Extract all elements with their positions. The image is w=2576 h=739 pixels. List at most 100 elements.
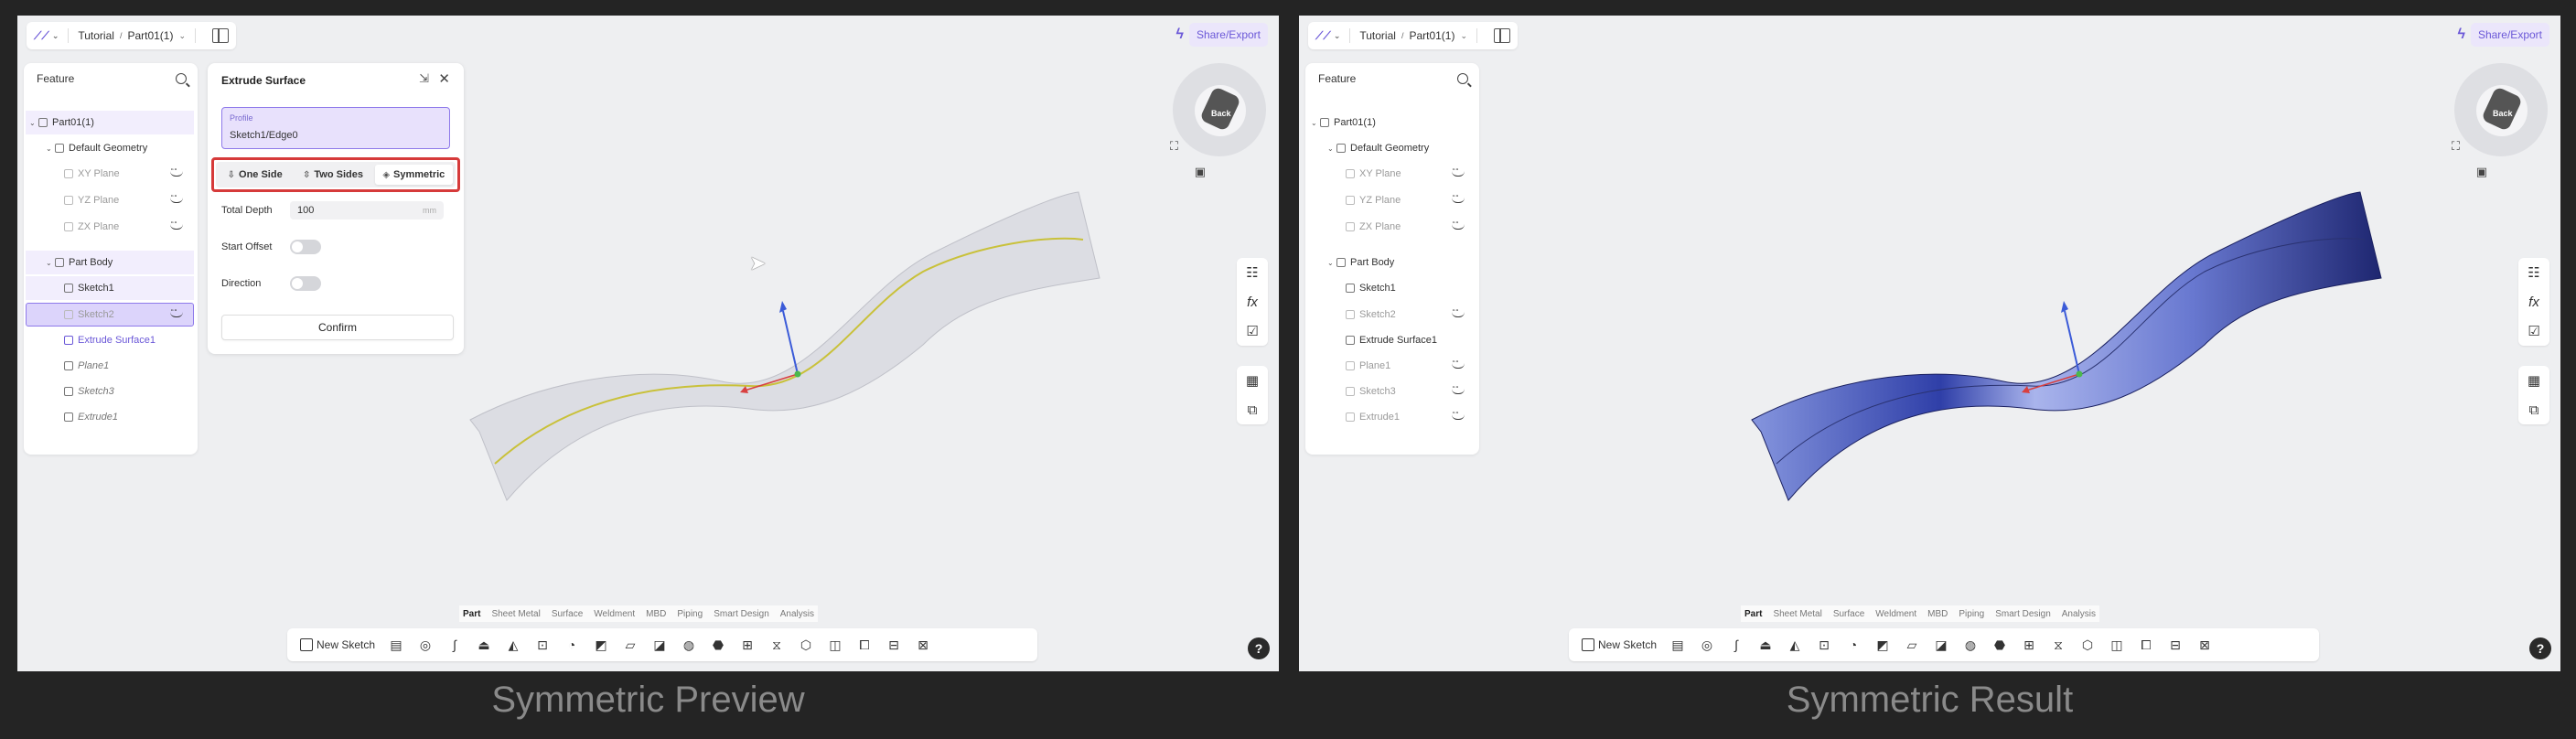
hidden-eye-icon[interactable]	[170, 167, 183, 177]
scale-icon[interactable]: ⊟	[886, 637, 902, 653]
tree-item-part[interactable]: ⌄ Part01(1)	[1311, 111, 1376, 134]
sweep-icon[interactable]: ∫	[1728, 637, 1744, 652]
pattern-icon[interactable]: ⊞	[739, 637, 756, 653]
tree-item-sketch3[interactable]: Sketch3	[64, 380, 114, 403]
tab-surface[interactable]: Surface	[552, 609, 583, 619]
hidden-eye-icon[interactable]	[1452, 167, 1465, 177]
draft-icon[interactable]: ◪	[651, 637, 668, 653]
fit-view-icon[interactable]: ⛶	[1170, 139, 1178, 154]
tree-item-part-body[interactable]: ⌄ Part Body	[46, 251, 113, 274]
hidden-eye-icon[interactable]	[1452, 411, 1465, 420]
tree-item-extrude1[interactable]: Extrude1	[64, 405, 118, 429]
tree-item-part-body[interactable]: ⌄ Part Body	[1327, 251, 1394, 274]
hidden-eye-icon[interactable]	[170, 194, 183, 203]
section-icon[interactable]: ⧉	[1248, 395, 1258, 424]
ai-assistant-icon[interactable]: ϟ	[1175, 27, 1183, 43]
chevron-down-icon[interactable]: ⌄	[178, 31, 186, 41]
fillet-icon[interactable]: ◔	[564, 637, 580, 652]
hole-icon[interactable]: ⊡	[534, 637, 551, 653]
display-mode-icon[interactable]: ▣	[1195, 165, 1206, 179]
tab-piping[interactable]: Piping	[677, 609, 703, 619]
direction-toggle[interactable]	[290, 276, 321, 291]
tree-item-sketch3[interactable]: Sketch3	[1346, 380, 1474, 403]
section-icon[interactable]: ⧉	[2529, 395, 2539, 424]
close-icon[interactable]: ✕	[438, 70, 450, 87]
tree-item-plane1[interactable]: Plane1	[1346, 354, 1474, 378]
confirm-button[interactable]: Confirm	[221, 315, 454, 340]
tab-surface[interactable]: Surface	[1833, 609, 1864, 619]
fillet-icon[interactable]: ◔	[1845, 637, 1862, 652]
tree-item-zx-plane[interactable]: ZX Plane	[64, 215, 192, 239]
tab-weldment[interactable]: Weldment	[1875, 609, 1916, 619]
scale-icon[interactable]: ⊟	[2167, 637, 2184, 653]
hidden-eye-icon[interactable]	[170, 220, 183, 230]
more-tools-icon[interactable]: ⊠	[2196, 637, 2213, 653]
chamfer-icon[interactable]: ◩	[1874, 637, 1891, 653]
variables-icon[interactable]: ☷	[2528, 258, 2539, 287]
pattern-icon[interactable]: ⊞	[2021, 637, 2037, 653]
tree-item-sketch2[interactable]: Sketch2	[64, 303, 192, 327]
tree-item-sketch1[interactable]: Sketch1	[1346, 276, 1396, 300]
revolve-icon[interactable]: ◎	[417, 637, 434, 653]
thicken-icon[interactable]: ◍	[1962, 637, 1979, 653]
panel-toggle-icon[interactable]	[1494, 28, 1511, 43]
tree-item-xy-plane[interactable]: XY Plane	[64, 162, 192, 186]
variables-icon[interactable]: ☷	[1246, 258, 1258, 287]
tab-analysis[interactable]: Analysis	[780, 609, 814, 619]
breadcrumb-part[interactable]: Part01(1)	[1409, 29, 1454, 42]
tree-item-yz-plane[interactable]: YZ Plane	[1346, 188, 1474, 212]
tab-piping[interactable]: Piping	[1959, 609, 1984, 619]
tab-part[interactable]: Part	[463, 609, 480, 619]
draft-icon[interactable]: ◪	[1933, 637, 1949, 653]
tree-item-zx-plane[interactable]: ZX Plane	[1346, 215, 1474, 239]
shell-icon[interactable]: ▱	[1904, 637, 1920, 653]
new-sketch-button[interactable]: New Sketch	[300, 638, 375, 651]
breadcrumb-part[interactable]: Part01(1)	[127, 29, 173, 42]
app-logo-icon[interactable]: ⟋⟋ ⌄	[34, 29, 59, 43]
fit-view-icon[interactable]: ⛶	[2452, 139, 2460, 154]
measure-icon[interactable]: ▦	[2528, 366, 2540, 395]
tab-smart-design[interactable]: Smart Design	[1995, 609, 2051, 619]
chamfer-icon[interactable]: ◩	[593, 637, 609, 653]
tab-analysis[interactable]: Analysis	[2062, 609, 2096, 619]
split-icon[interactable]: ◫	[827, 637, 843, 653]
start-offset-toggle[interactable]	[290, 240, 321, 254]
tree-item-extrude1[interactable]: Extrude1	[1346, 405, 1474, 429]
combine-icon[interactable]: ⬣	[1991, 637, 2008, 653]
mirror-icon[interactable]: ⧖	[2050, 637, 2066, 653]
tab-smart-design[interactable]: Smart Design	[714, 609, 769, 619]
display-mode-icon[interactable]: ▣	[2476, 165, 2487, 179]
formula-icon[interactable]: fx	[2528, 287, 2539, 316]
tab-mbd[interactable]: MBD	[1927, 609, 1948, 619]
tree-item-part[interactable]: ⌄ Part01(1)	[29, 111, 94, 134]
view-cube[interactable]: Back	[1173, 63, 1268, 158]
more-tools-icon[interactable]: ⊠	[915, 637, 931, 653]
hidden-eye-icon[interactable]	[1452, 308, 1465, 317]
hidden-eye-icon[interactable]	[1452, 359, 1465, 369]
tree-item-default-geometry[interactable]: ⌄ Default Geometry	[1327, 136, 1429, 160]
combine-icon[interactable]: ⬣	[710, 637, 726, 653]
ai-assistant-icon[interactable]: ϟ	[2457, 27, 2464, 43]
move-icon[interactable]: ⧠	[2138, 637, 2154, 653]
result-viewport[interactable]	[1299, 16, 2560, 671]
checklist-icon[interactable]: ☑	[1246, 316, 1258, 346]
search-icon[interactable]	[176, 73, 187, 84]
hole-icon[interactable]: ⊡	[1816, 637, 1832, 653]
view-cube[interactable]: Back	[2454, 63, 2549, 158]
breadcrumb-project[interactable]: Tutorial	[1359, 29, 1396, 42]
hidden-eye-icon[interactable]	[170, 308, 183, 317]
tree-item-sketch2[interactable]: Sketch2	[1346, 303, 1474, 327]
box-icon[interactable]: ⬡	[798, 637, 814, 653]
revolve-icon[interactable]: ◎	[1699, 637, 1715, 653]
formula-icon[interactable]: fx	[1247, 287, 1258, 316]
sweep-icon[interactable]: ∫	[446, 637, 463, 652]
loft-icon[interactable]: ⏏	[476, 637, 492, 653]
preview-viewport[interactable]	[17, 16, 1279, 671]
new-sketch-button[interactable]: New Sketch	[1582, 638, 1657, 651]
tab-mbd[interactable]: MBD	[646, 609, 666, 619]
search-icon[interactable]	[1457, 73, 1468, 84]
tab-part[interactable]: Part	[1744, 609, 1762, 619]
loft-icon[interactable]: ⏏	[1757, 637, 1774, 653]
extrude-icon[interactable]: ▤	[388, 637, 404, 653]
tree-item-sketch1[interactable]: Sketch1	[64, 276, 114, 300]
